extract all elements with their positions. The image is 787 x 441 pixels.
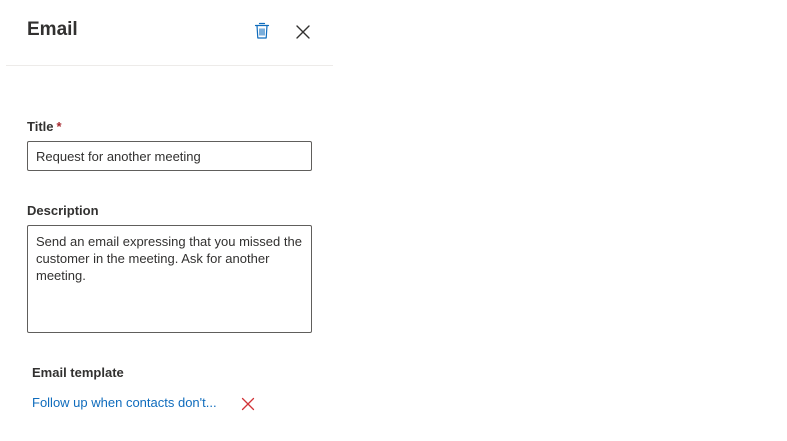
email-activity-panel: Email Title* Description Send an email e… [0,0,334,441]
delete-button[interactable] [250,19,274,43]
title-input[interactable] [27,141,312,171]
remove-x-icon [241,397,255,411]
description-label: Description [27,203,99,218]
title-label: Title * [27,119,62,134]
remove-template-button[interactable] [239,395,257,413]
close-icon [296,25,310,39]
panel-title: Email [27,19,78,40]
panel-header: Email [6,0,333,66]
trash-icon [254,22,270,39]
description-textarea[interactable]: Send an email expressing that you missed… [27,225,312,333]
email-template-link[interactable]: Follow up when contacts don't... [32,395,217,410]
close-button[interactable] [291,20,315,44]
required-marker: * [56,119,62,134]
title-label-text: Title [27,119,54,134]
email-template-label: Email template [32,365,124,380]
